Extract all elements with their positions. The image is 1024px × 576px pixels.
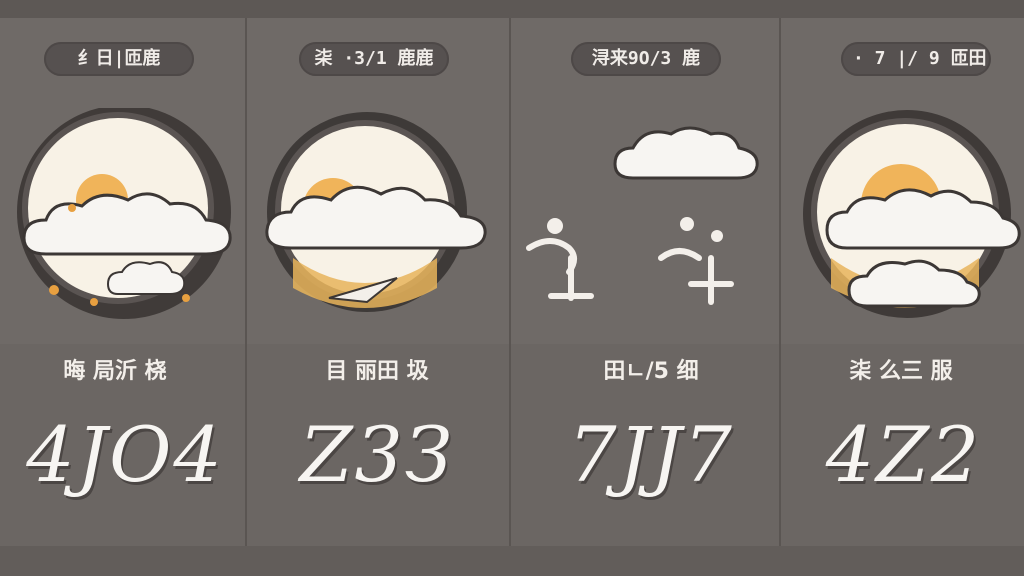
weather-app: 纟日|匝鹿 晦 局沂 桡 4JO4 㭍 ·3/1 鹿鹿 目 丽田 圾 Z3З 浔… xyxy=(0,0,1024,576)
forecast-card-4[interactable]: · 7 |/ 9 匝田 㭍 么三 服 4Z2 xyxy=(781,18,1024,546)
condition-text: 目 丽田 圾 xyxy=(325,359,429,384)
temperature-value: 4JO4 xyxy=(26,410,224,499)
forecast-card-1[interactable]: 纟日|匝鹿 晦 局沂 桡 4JO4 xyxy=(0,18,247,546)
day-label-pill: 纟日|匝鹿 xyxy=(44,42,194,76)
temperature-value: 7JJ7 xyxy=(568,410,734,499)
day-label-pill: 浔来9O/3 鹿 xyxy=(571,42,721,76)
day-label-pill: 㭍 ·3/1 鹿鹿 xyxy=(299,42,449,76)
condition-text: 晦 局沂 桡 xyxy=(63,359,167,384)
windy-cloudy-icon xyxy=(526,126,759,305)
sunny-cloudy-icon xyxy=(265,112,487,312)
forecast-card-2[interactable]: 㭍 ·3/1 鹿鹿 目 丽田 圾 Z3З xyxy=(247,18,511,546)
condition-text: 田ㄴ/5 细 xyxy=(603,359,699,384)
top-bar xyxy=(0,0,1024,18)
temperature-value: Z3З xyxy=(299,410,455,499)
forecast-card-3[interactable]: 浔来9O/3 鹿 田ㄴ/5 细 7JJ7 xyxy=(511,18,781,546)
temperature-value: 4Z2 xyxy=(825,410,982,499)
day-label-pill: · 7 |/ 9 匝田 xyxy=(841,42,991,76)
forecast-panels: 纟日|匝鹿 晦 局沂 桡 4JO4 㭍 ·3/1 鹿鹿 目 丽田 圾 Z3З 浔… xyxy=(0,18,1024,546)
bottom-bar xyxy=(0,546,1024,576)
partly-sunny-icon xyxy=(17,108,232,319)
sunny-cloudy-icon xyxy=(803,110,1021,318)
condition-text: 㭍 么三 服 xyxy=(849,359,953,384)
